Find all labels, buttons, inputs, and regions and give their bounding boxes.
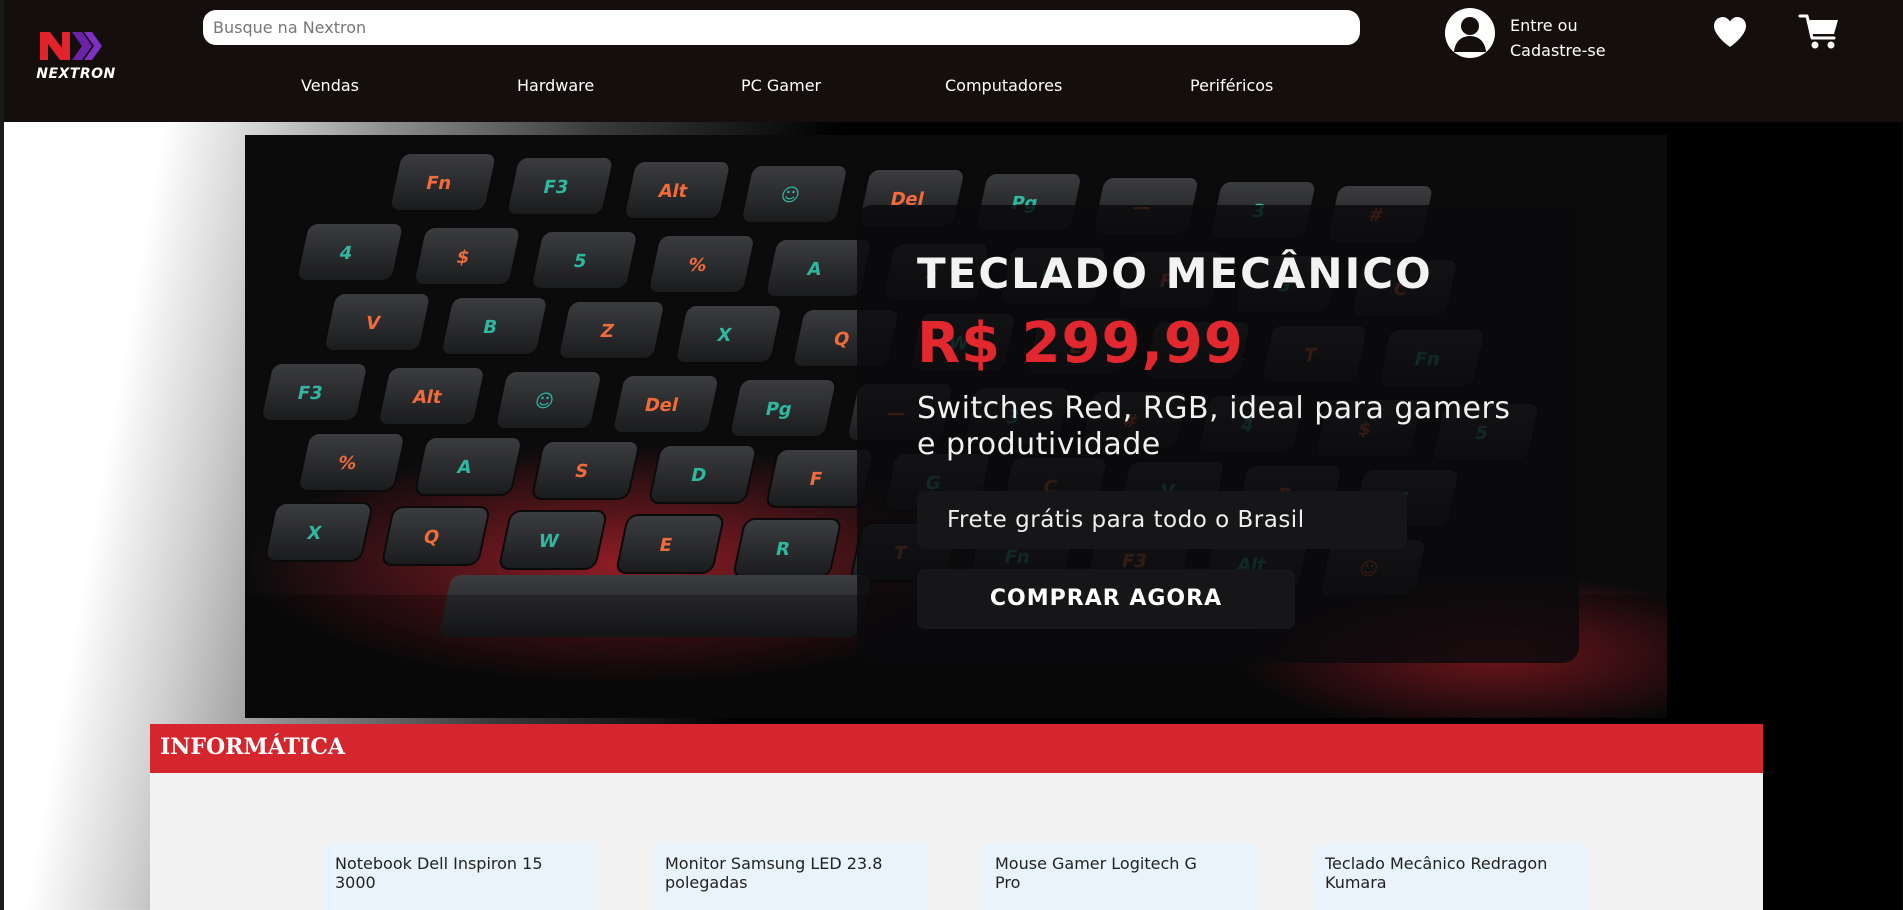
main-nav: Vendas Hardware PC Gamer Computadores Pe… (4, 76, 1404, 100)
promo-title: TECLADO MECÂNICO (917, 249, 1433, 298)
product-card[interactable]: Mouse Gamer Logitech G Pro (983, 844, 1258, 910)
cart-icon (1798, 14, 1838, 49)
account-login-link[interactable]: Entre ou Cadastre-se (1445, 8, 1645, 62)
logo-mark-icon (40, 32, 102, 60)
keycap-legend: Fn (424, 173, 454, 194)
section-title: INFORMÁTICA (160, 734, 345, 760)
cart-button[interactable] (1798, 12, 1842, 52)
keycap-legend: Alt (656, 181, 689, 202)
keycap-legend: F3 (295, 383, 324, 404)
account-line-2: Cadastre-se (1510, 41, 1606, 60)
nav-item-vendas[interactable]: Vendas (301, 76, 359, 95)
hero-banner[interactable]: FnF3Alt☺DelPg—3#4$5%ASDFGCVBZXQWERTFnF3A… (245, 135, 1667, 718)
keycap-legend: Alt (411, 387, 444, 408)
keycap-legend: Del (643, 395, 681, 416)
nav-item-perifericos[interactable]: Periféricos (1190, 76, 1273, 95)
nav-item-pc-gamer[interactable]: PC Gamer (741, 76, 821, 95)
shipping-badge: Frete grátis para todo o Brasil (917, 491, 1407, 549)
user-icon (1445, 8, 1495, 58)
nav-item-hardware[interactable]: Hardware (517, 76, 594, 95)
heart-icon (1714, 17, 1746, 47)
product-name: Notebook Dell Inspiron 15 3000 (335, 854, 543, 892)
product-list: Notebook Dell Inspiron 15 3000 Monitor S… (150, 773, 1763, 910)
promo-panel: TECLADO MECÂNICO R$ 299,99 Switches Red,… (857, 205, 1579, 663)
product-name: Mouse Gamer Logitech G Pro (995, 854, 1197, 892)
product-name: Monitor Samsung LED 23.8 polegadas (665, 854, 883, 892)
product-name: Teclado Mecânico Redragon Kumara (1325, 854, 1548, 892)
nav-item-computadores[interactable]: Computadores (945, 76, 1062, 95)
account-text: Entre ou Cadastre-se (1510, 13, 1606, 63)
site-header: NEXTRON Vendas Hardware PC Gamer Computa… (4, 0, 1903, 122)
keycap-legend: F3 (541, 177, 570, 198)
product-card[interactable]: Notebook Dell Inspiron 15 3000 (323, 844, 598, 910)
promo-price: R$ 299,99 (917, 311, 1244, 376)
buy-now-button[interactable]: COMPRAR AGORA (917, 569, 1295, 629)
favorites-button[interactable] (1711, 14, 1749, 50)
promo-description: Switches Red, RGB, ideal para gamers e p… (917, 391, 1511, 462)
search-input[interactable] (203, 10, 1360, 45)
keycap-legend: Pg (763, 399, 793, 420)
product-card[interactable]: Teclado Mecânico Redragon Kumara (1313, 844, 1588, 910)
account-line-1: Entre ou (1510, 16, 1578, 35)
section-header: INFORMÁTICA (150, 724, 1763, 773)
product-card[interactable]: Monitor Samsung LED 23.8 polegadas (653, 844, 928, 910)
